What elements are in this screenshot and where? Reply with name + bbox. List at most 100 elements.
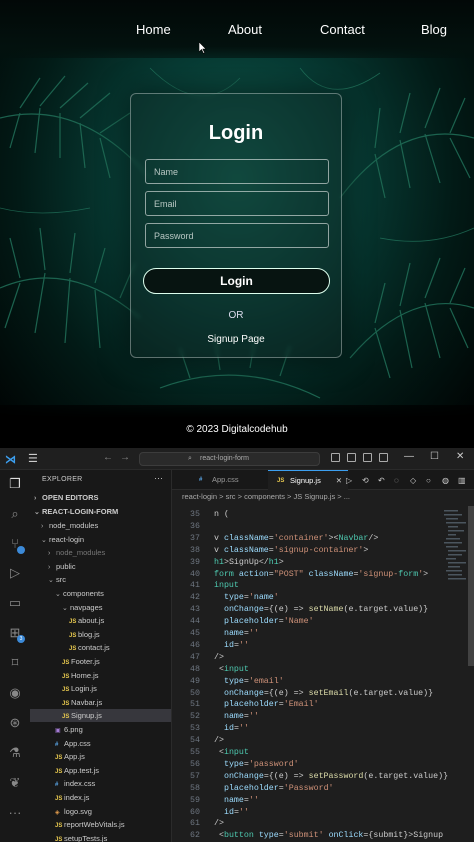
code-line[interactable]: <input: [214, 665, 249, 674]
code-line[interactable]: placeholder='Name': [214, 617, 314, 626]
code-line[interactable]: v className='signup-container'>: [214, 546, 368, 555]
nav-about-link[interactable]: About: [228, 22, 262, 37]
tree-item-navpages[interactable]: ⌄ navpages: [30, 601, 171, 614]
tab-signup-js[interactable]: JS Signup.js ✕: [268, 470, 348, 490]
code-line[interactable]: name='': [214, 796, 259, 805]
explorer-icon[interactable]: ❐: [7, 476, 23, 492]
run-debug-icon[interactable]: ▷: [7, 565, 23, 581]
git-graph-icon[interactable]: ⊛: [7, 715, 23, 731]
signup-page-link[interactable]: Signup Page: [131, 334, 341, 345]
split-editor-icon[interactable]: ▥: [458, 476, 466, 485]
code-line[interactable]: type='password': [214, 760, 299, 769]
code-line[interactable]: id='': [214, 724, 249, 733]
tree-item-logo-svg[interactable]: ◈ logo.svg: [30, 805, 171, 818]
go-forward-icon[interactable]: ◌: [394, 476, 399, 485]
search-activity-icon[interactable]: ⌕: [7, 506, 23, 522]
code-line[interactable]: id='': [214, 641, 249, 650]
tree-item-react-login[interactable]: ⌄ react-login: [30, 533, 171, 546]
command-center-search[interactable]: ⌕ react-login-form: [139, 452, 320, 466]
tree-item-app-test-js[interactable]: JS App.test.js: [30, 764, 171, 777]
code-line[interactable]: placeholder='Email': [214, 700, 319, 709]
tree-item-index-js[interactable]: JS index.js: [30, 791, 171, 804]
tree-item-navbar-js[interactable]: JS Navbar.js: [30, 696, 171, 709]
mongodb-leaf-icon[interactable]: ❦: [7, 775, 23, 791]
minimap[interactable]: [442, 506, 466, 842]
more-icon[interactable]: ···: [7, 805, 23, 821]
back-arrow-icon[interactable]: ←: [103, 452, 113, 463]
login-button[interactable]: Login: [143, 268, 330, 294]
code-line[interactable]: form action="POST" className='signup-for…: [214, 570, 428, 579]
tree-item-contact-js[interactable]: JS contact.js: [30, 641, 171, 654]
toggle-panel-icon[interactable]: [347, 453, 356, 462]
code-line[interactable]: onChange={(e) => setEmail(e.target.value…: [214, 689, 433, 698]
tree-item-6-png[interactable]: ▣ 6.png: [30, 723, 171, 736]
extensions-icon[interactable]: ⊞ 3: [7, 625, 25, 643]
explorer-more-icon[interactable]: ···: [154, 473, 163, 483]
next-change-icon[interactable]: ◇: [410, 476, 416, 485]
code-line[interactable]: />: [214, 819, 224, 828]
code-line[interactable]: h1>SignUp</h1>: [214, 558, 284, 567]
tree-item-public[interactable]: › public: [30, 560, 171, 573]
code-line[interactable]: name='': [214, 629, 259, 638]
code-line[interactable]: v className='container'><Navbar/>: [214, 534, 378, 543]
bookmarks-icon[interactable]: ⌑: [7, 655, 23, 671]
breadcrumb[interactable]: react-login > src > components > JS Sign…: [172, 490, 474, 504]
maximize-icon[interactable]: ☐: [430, 451, 439, 462]
tree-item-signup-js[interactable]: JS Signup.js: [30, 709, 171, 723]
tree-item-footer-js[interactable]: JS Footer.js: [30, 655, 171, 668]
code-line[interactable]: <button type='submit' onClick={submit}>S…: [214, 831, 443, 840]
close-icon[interactable]: ✕: [456, 451, 464, 462]
nav-blog-link[interactable]: Blog: [421, 22, 447, 37]
tree-item-app-css[interactable]: # App.css: [30, 737, 171, 750]
open-editors-section[interactable]: › OPEN EDITORS: [30, 491, 171, 504]
code-line[interactable]: input: [214, 581, 239, 590]
tree-item-blog-js[interactable]: JS blog.js: [30, 628, 171, 641]
name-input[interactable]: [145, 159, 329, 184]
compare-icon[interactable]: ○: [426, 476, 431, 485]
code-line[interactable]: type='email': [214, 677, 284, 686]
go-back-icon[interactable]: ↶: [378, 476, 385, 485]
history-icon[interactable]: ⟲: [362, 476, 369, 485]
nav-contact-link[interactable]: Contact: [320, 22, 365, 37]
editor-scrollbar[interactable]: [468, 506, 474, 666]
code-editor[interactable]: 35 n (36 37 v className='container'><Navbar…: [172, 506, 474, 842]
code-line[interactable]: <input: [214, 748, 249, 757]
close-tab-icon[interactable]: ✕: [336, 471, 342, 491]
email-input[interactable]: [145, 191, 329, 216]
remote-explorer-icon[interactable]: ▭: [7, 595, 23, 611]
tree-item-index-css[interactable]: # index.css: [30, 777, 171, 790]
code-line[interactable]: n (: [214, 510, 229, 519]
code-line[interactable]: placeholder='Password': [214, 784, 334, 793]
project-root[interactable]: ⌄ REACT-LOGIN-FORM: [30, 505, 171, 518]
code-line[interactable]: name='': [214, 712, 259, 721]
tree-item-src[interactable]: ⌄ src: [30, 573, 171, 586]
code-line[interactable]: />: [214, 653, 224, 662]
minimize-icon[interactable]: —: [404, 451, 414, 462]
code-line[interactable]: onChange={(e) => setPassword(e.target.va…: [214, 772, 448, 781]
testing-icon[interactable]: ⚗: [7, 745, 23, 761]
tree-item-login-js[interactable]: JS Login.js: [30, 682, 171, 695]
tree-item-about-js[interactable]: JS about.js: [30, 614, 171, 627]
tree-item-home-js[interactable]: JS Home.js: [30, 669, 171, 682]
menu-icon[interactable]: ☰: [28, 452, 38, 465]
code-line[interactable]: type='name': [214, 593, 279, 602]
password-input[interactable]: [145, 223, 329, 248]
tree-item-components[interactable]: ⌄ components: [30, 587, 171, 600]
toggle-secondary-sidebar-icon[interactable]: [363, 453, 372, 462]
toggle-sidebar-icon[interactable]: [331, 453, 340, 462]
tree-item-node-modules[interactable]: › node_modules: [30, 546, 171, 559]
code-line[interactable]: onChange={(e) => setName(e.target.value)…: [214, 605, 428, 614]
tree-item-app-js[interactable]: JS App.js: [30, 750, 171, 763]
open-changes-icon[interactable]: ◍: [442, 476, 449, 485]
tree-item-reportwebvitals-js[interactable]: JS reportWebVitals.js: [30, 818, 171, 831]
source-control-icon[interactable]: ⑂: [7, 536, 25, 554]
run-icon[interactable]: ▷: [346, 476, 352, 485]
tree-item-setuptests-js[interactable]: JS setupTests.js: [30, 832, 171, 842]
nav-home-link[interactable]: Home: [136, 22, 171, 37]
code-line[interactable]: id='': [214, 808, 249, 817]
github-icon[interactable]: ◉: [7, 685, 23, 701]
code-line[interactable]: />: [214, 736, 224, 745]
forward-arrow-icon[interactable]: →: [120, 452, 130, 463]
customize-layout-icon[interactable]: [379, 453, 388, 462]
tab-app-css[interactable]: # App.css: [190, 470, 268, 490]
